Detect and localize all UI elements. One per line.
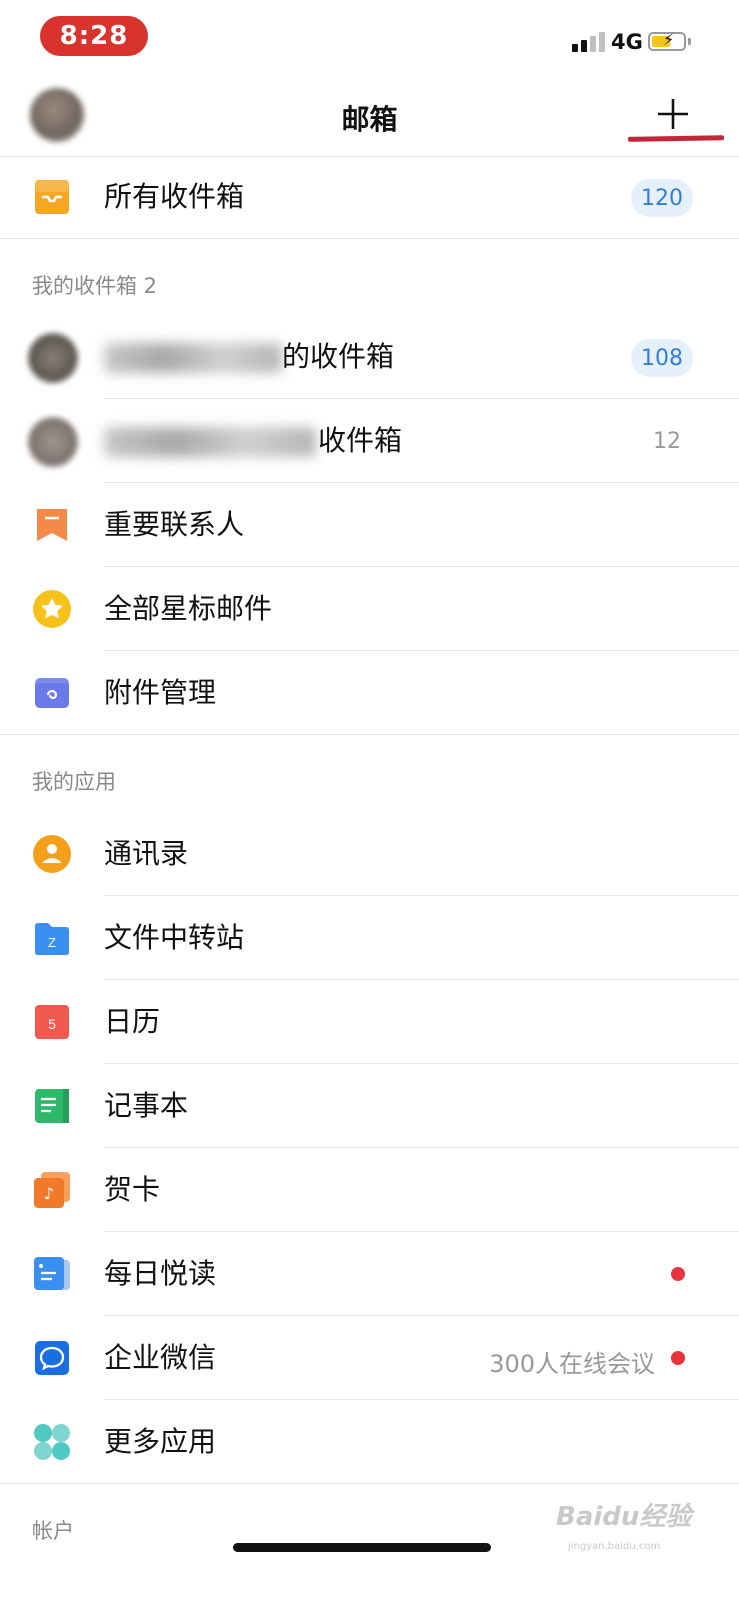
wecom-icon bbox=[35, 1341, 69, 1375]
app-label: 更多应用 bbox=[104, 1425, 217, 1458]
attachments-label: 附件管理 bbox=[104, 676, 217, 709]
folder-z-icon: Z bbox=[35, 923, 69, 955]
attachment-folder-icon bbox=[35, 678, 69, 708]
attachments-row[interactable]: 附件管理 bbox=[0, 651, 739, 735]
app-label: 文件中转站 bbox=[104, 921, 245, 954]
section-title-my-apps: 我的应用 bbox=[32, 770, 116, 794]
app-row-file-transfer[interactable]: Z 文件中转站 bbox=[0, 896, 739, 980]
app-label: 记事本 bbox=[104, 1089, 189, 1122]
starred-label: 全部星标邮件 bbox=[104, 592, 273, 625]
important-contacts-row[interactable]: 重要联系人 bbox=[0, 483, 739, 567]
plus-icon bbox=[658, 99, 688, 129]
battery-tip bbox=[688, 38, 691, 45]
section-title-my-inboxes: 我的收件箱 2 bbox=[32, 274, 158, 298]
contacts-icon bbox=[33, 835, 71, 873]
inbox-label: 收件箱 bbox=[318, 424, 403, 457]
divider bbox=[0, 1483, 739, 1484]
app-label: 贺卡 bbox=[104, 1173, 161, 1206]
signal-icon bbox=[572, 32, 605, 52]
important-contacts-label: 重要联系人 bbox=[104, 508, 245, 541]
notification-dot bbox=[671, 1351, 685, 1365]
all-inbox-label: 所有收件箱 bbox=[104, 180, 245, 213]
avatar bbox=[28, 333, 78, 383]
network-type: 4G bbox=[611, 30, 643, 54]
redacted-name bbox=[104, 343, 282, 373]
app-row-daily-reading[interactable]: 每日悦读 bbox=[0, 1232, 739, 1316]
svg-text:5: 5 bbox=[48, 1016, 56, 1032]
redacted-name bbox=[104, 427, 316, 457]
notification-dot bbox=[671, 1267, 685, 1281]
more-apps-icon bbox=[34, 1424, 70, 1460]
inbox-label: 的收件箱 bbox=[282, 340, 395, 373]
notepad-icon bbox=[35, 1089, 69, 1123]
bookmark-icon bbox=[37, 509, 67, 541]
app-row-greeting-card[interactable]: ♪ 贺卡 bbox=[0, 1148, 739, 1232]
app-row-wecom[interactable]: 企业微信 300人在线会议 bbox=[0, 1316, 739, 1400]
unread-count: 12 bbox=[653, 429, 681, 454]
app-row-calendar[interactable]: 5 日历 bbox=[0, 980, 739, 1064]
unread-badge: 120 bbox=[631, 179, 693, 217]
app-row-notepad[interactable]: 记事本 bbox=[0, 1064, 739, 1148]
inbox-row-1[interactable]: 的收件箱 108 bbox=[0, 315, 739, 399]
divider bbox=[0, 734, 739, 735]
star-icon bbox=[33, 590, 71, 628]
app-subinfo: 300人在线会议 bbox=[489, 1350, 655, 1378]
unread-badge: 108 bbox=[631, 339, 693, 377]
app-row-contacts[interactable]: 通讯录 bbox=[0, 812, 739, 896]
app-label: 日历 bbox=[104, 1005, 161, 1038]
app-row-more-apps[interactable]: 更多应用 bbox=[0, 1400, 739, 1484]
app-label: 企业微信 bbox=[104, 1341, 217, 1374]
svg-text:Z: Z bbox=[48, 935, 56, 950]
page-title: 邮箱 bbox=[341, 103, 398, 136]
inbox-tray-icon bbox=[35, 180, 69, 214]
inbox-row-2[interactable]: 收件箱 12 bbox=[0, 399, 739, 483]
all-inbox-row[interactable]: 所有收件箱 120 bbox=[0, 155, 739, 239]
section-title-account: 帐户 bbox=[32, 1519, 74, 1543]
watermark: Baidu经验 bbox=[556, 1502, 692, 1532]
status-bar: 8:28 4G ⚡ bbox=[0, 0, 739, 70]
calendar-icon: 5 bbox=[35, 1005, 69, 1039]
nav-bar: 邮箱 bbox=[0, 76, 739, 157]
app-label: 通讯录 bbox=[104, 837, 189, 870]
starred-row[interactable]: 全部星标邮件 bbox=[0, 567, 739, 651]
watermark-url: jingyan.baidu.com bbox=[568, 1541, 661, 1552]
svg-text:♪: ♪ bbox=[44, 1184, 54, 1203]
home-indicator bbox=[233, 1543, 491, 1552]
app-label: 每日悦读 bbox=[104, 1257, 217, 1290]
status-time: 8:28 bbox=[40, 16, 148, 56]
divider bbox=[0, 238, 739, 239]
avatar bbox=[28, 417, 78, 467]
daily-reading-icon bbox=[34, 1257, 70, 1290]
battery-icon: ⚡ bbox=[648, 30, 686, 51]
greeting-card-icon: ♪ bbox=[34, 1172, 70, 1208]
